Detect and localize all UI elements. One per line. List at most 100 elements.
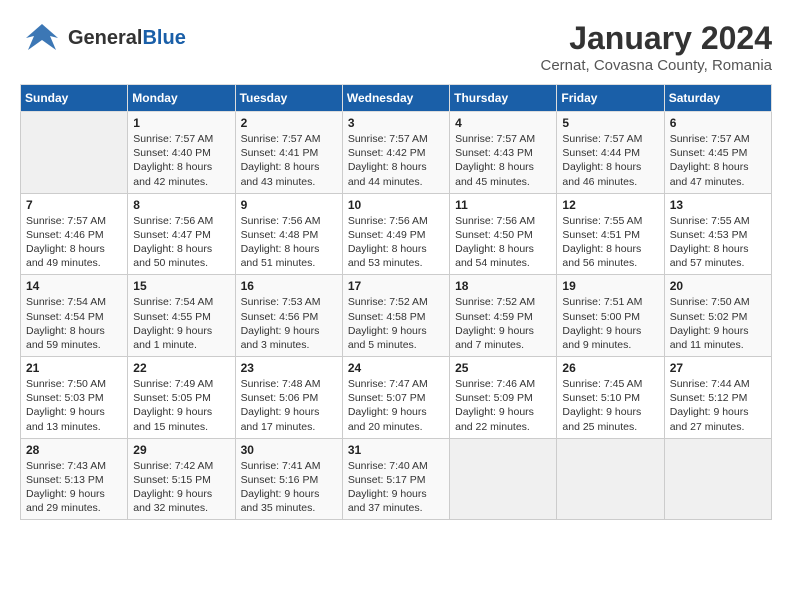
- day-number: 25: [455, 361, 551, 375]
- day-number: 28: [26, 443, 122, 457]
- day-number: 12: [562, 198, 658, 212]
- day-number: 15: [133, 279, 229, 293]
- calendar-cell: 18 Sunrise: 7:52 AM Sunset: 4:59 PM Dayli…: [450, 275, 557, 357]
- month-year-title: January 2024: [540, 20, 772, 57]
- calendar-cell: 3 Sunrise: 7:57 AM Sunset: 4:42 PM Daylig…: [342, 112, 449, 194]
- calendar-cell: 24 Sunrise: 7:47 AM Sunset: 5:07 PM Dayli…: [342, 357, 449, 439]
- day-info: Sunrise: 7:50 AM Sunset: 5:02 PM Dayligh…: [670, 295, 766, 352]
- day-info: Sunrise: 7:57 AM Sunset: 4:46 PM Dayligh…: [26, 214, 122, 271]
- calendar-cell: 25 Sunrise: 7:46 AM Sunset: 5:09 PM Dayli…: [450, 357, 557, 439]
- day-info: Sunrise: 7:56 AM Sunset: 4:47 PM Dayligh…: [133, 214, 229, 271]
- logo-text: GeneralBlue: [68, 27, 186, 49]
- day-number: 21: [26, 361, 122, 375]
- day-number: 1: [133, 116, 229, 130]
- day-number: 13: [670, 198, 766, 212]
- calendar-cell: 10Sunrise: 7:56 AM Sunset: 4:49 PM Dayli…: [342, 193, 449, 275]
- weekday-header-friday: Friday: [557, 85, 664, 112]
- day-info: Sunrise: 7:46 AM Sunset: 5:09 PM Dayligh…: [455, 377, 551, 434]
- day-info: Sunrise: 7:56 AM Sunset: 4:49 PM Dayligh…: [348, 214, 444, 271]
- day-number: 8: [133, 198, 229, 212]
- day-info: Sunrise: 7:41 AM Sunset: 5:16 PM Dayligh…: [241, 459, 337, 516]
- calendar-cell: 21 Sunrise: 7:50 AM Sunset: 5:03 PM Dayli…: [21, 357, 128, 439]
- day-info: Sunrise: 7:50 AM Sunset: 5:03 PM Dayligh…: [26, 377, 122, 434]
- calendar-cell: 11 Sunrise: 7:56 AM Sunset: 4:50 PM Dayli…: [450, 193, 557, 275]
- day-number: 6: [670, 116, 766, 130]
- day-number: 7: [26, 198, 122, 212]
- calendar-cell: 16 Sunrise: 7:53 AM Sunset: 4:56 PM Dayli…: [235, 275, 342, 357]
- day-info: Sunrise: 7:49 AM Sunset: 5:05 PM Dayligh…: [133, 377, 229, 434]
- day-info: Sunrise: 7:43 AM Sunset: 5:13 PM Dayligh…: [26, 459, 122, 516]
- calendar-cell: 4 Sunrise: 7:57 AM Sunset: 4:43 PM Daylig…: [450, 112, 557, 194]
- calendar-cell: 5Sunrise: 7:57 AM Sunset: 4:44 PM Daylig…: [557, 112, 664, 194]
- calendar-cell: [557, 438, 664, 520]
- calendar-cell: 15 Sunrise: 7:54 AM Sunset: 4:55 PM Dayli…: [128, 275, 235, 357]
- page-header: GeneralBlue January 2024 Cernat, Covasna…: [20, 20, 772, 74]
- day-info: Sunrise: 7:57 AM Sunset: 4:45 PM Dayligh…: [670, 132, 766, 189]
- calendar-cell: [450, 438, 557, 520]
- day-number: 17: [348, 279, 444, 293]
- calendar-cell: 23 Sunrise: 7:48 AM Sunset: 5:06 PM Dayli…: [235, 357, 342, 439]
- weekday-header-wednesday: Wednesday: [342, 85, 449, 112]
- weekday-header-tuesday: Tuesday: [235, 85, 342, 112]
- day-number: 22: [133, 361, 229, 375]
- day-number: 2: [241, 116, 337, 130]
- calendar-cell: 27 Sunrise: 7:44 AM Sunset: 5:12 PM Dayli…: [664, 357, 771, 439]
- calendar-cell: 9 Sunrise: 7:56 AM Sunset: 4:48 PM Daylig…: [235, 193, 342, 275]
- day-number: 11: [455, 198, 551, 212]
- logo-icon: [20, 20, 64, 56]
- calendar-cell: 29Sunrise: 7:42 AM Sunset: 5:15 PM Dayli…: [128, 438, 235, 520]
- day-info: Sunrise: 7:44 AM Sunset: 5:12 PM Dayligh…: [670, 377, 766, 434]
- weekday-header-thursday: Thursday: [450, 85, 557, 112]
- day-info: Sunrise: 7:57 AM Sunset: 4:43 PM Dayligh…: [455, 132, 551, 189]
- day-info: Sunrise: 7:42 AM Sunset: 5:15 PM Dayligh…: [133, 459, 229, 516]
- day-number: 18: [455, 279, 551, 293]
- day-number: 9: [241, 198, 337, 212]
- day-info: Sunrise: 7:47 AM Sunset: 5:07 PM Dayligh…: [348, 377, 444, 434]
- weekday-header-monday: Monday: [128, 85, 235, 112]
- calendar-header: SundayMondayTuesdayWednesdayThursdayFrid…: [21, 85, 772, 112]
- day-info: Sunrise: 7:57 AM Sunset: 4:40 PM Dayligh…: [133, 132, 229, 189]
- calendar-cell: 20Sunrise: 7:50 AM Sunset: 5:02 PM Dayli…: [664, 275, 771, 357]
- day-info: Sunrise: 7:40 AM Sunset: 5:17 PM Dayligh…: [348, 459, 444, 516]
- calendar-cell: 2 Sunrise: 7:57 AM Sunset: 4:41 PM Daylig…: [235, 112, 342, 194]
- calendar-cell: 13 Sunrise: 7:55 AM Sunset: 4:53 PM Dayli…: [664, 193, 771, 275]
- calendar-cell: 26Sunrise: 7:45 AM Sunset: 5:10 PM Dayli…: [557, 357, 664, 439]
- day-number: 4: [455, 116, 551, 130]
- calendar-cell: 22 Sunrise: 7:49 AM Sunset: 5:05 PM Dayli…: [128, 357, 235, 439]
- day-info: Sunrise: 7:54 AM Sunset: 4:54 PM Dayligh…: [26, 295, 122, 352]
- day-info: Sunrise: 7:54 AM Sunset: 4:55 PM Dayligh…: [133, 295, 229, 352]
- calendar-cell: 1 Sunrise: 7:57 AM Sunset: 4:40 PM Daylig…: [128, 112, 235, 194]
- day-info: Sunrise: 7:57 AM Sunset: 4:41 PM Dayligh…: [241, 132, 337, 189]
- day-info: Sunrise: 7:57 AM Sunset: 4:42 PM Dayligh…: [348, 132, 444, 189]
- day-number: 27: [670, 361, 766, 375]
- day-number: 30: [241, 443, 337, 457]
- calendar-cell: 17 Sunrise: 7:52 AM Sunset: 4:58 PM Dayli…: [342, 275, 449, 357]
- calendar-cell: 28 Sunrise: 7:43 AM Sunset: 5:13 PM Dayli…: [21, 438, 128, 520]
- day-info: Sunrise: 7:45 AM Sunset: 5:10 PM Dayligh…: [562, 377, 658, 434]
- calendar-cell: [664, 438, 771, 520]
- weekday-header-sunday: Sunday: [21, 85, 128, 112]
- day-info: Sunrise: 7:56 AM Sunset: 4:48 PM Dayligh…: [241, 214, 337, 271]
- calendar-cell: [21, 112, 128, 194]
- day-info: Sunrise: 7:53 AM Sunset: 4:56 PM Dayligh…: [241, 295, 337, 352]
- day-number: 24: [348, 361, 444, 375]
- day-number: 23: [241, 361, 337, 375]
- day-number: 3: [348, 116, 444, 130]
- calendar-cell: 8 Sunrise: 7:56 AM Sunset: 4:47 PM Daylig…: [128, 193, 235, 275]
- day-number: 14: [26, 279, 122, 293]
- calendar-cell: 31Sunrise: 7:40 AM Sunset: 5:17 PM Dayli…: [342, 438, 449, 520]
- day-info: Sunrise: 7:56 AM Sunset: 4:50 PM Dayligh…: [455, 214, 551, 271]
- calendar-cell: 19Sunrise: 7:51 AM Sunset: 5:00 PM Dayli…: [557, 275, 664, 357]
- calendar-cell: 30 Sunrise: 7:41 AM Sunset: 5:16 PM Dayli…: [235, 438, 342, 520]
- logo: GeneralBlue: [20, 20, 186, 56]
- calendar-cell: 12Sunrise: 7:55 AM Sunset: 4:51 PM Dayli…: [557, 193, 664, 275]
- day-info: Sunrise: 7:55 AM Sunset: 4:53 PM Dayligh…: [670, 214, 766, 271]
- day-info: Sunrise: 7:57 AM Sunset: 4:44 PM Dayligh…: [562, 132, 658, 189]
- day-number: 16: [241, 279, 337, 293]
- title-block: January 2024 Cernat, Covasna County, Rom…: [540, 20, 772, 74]
- day-info: Sunrise: 7:51 AM Sunset: 5:00 PM Dayligh…: [562, 295, 658, 352]
- day-info: Sunrise: 7:48 AM Sunset: 5:06 PM Dayligh…: [241, 377, 337, 434]
- day-info: Sunrise: 7:52 AM Sunset: 4:59 PM Dayligh…: [455, 295, 551, 352]
- calendar-cell: 14 Sunrise: 7:54 AM Sunset: 4:54 PM Dayli…: [21, 275, 128, 357]
- day-info: Sunrise: 7:52 AM Sunset: 4:58 PM Dayligh…: [348, 295, 444, 352]
